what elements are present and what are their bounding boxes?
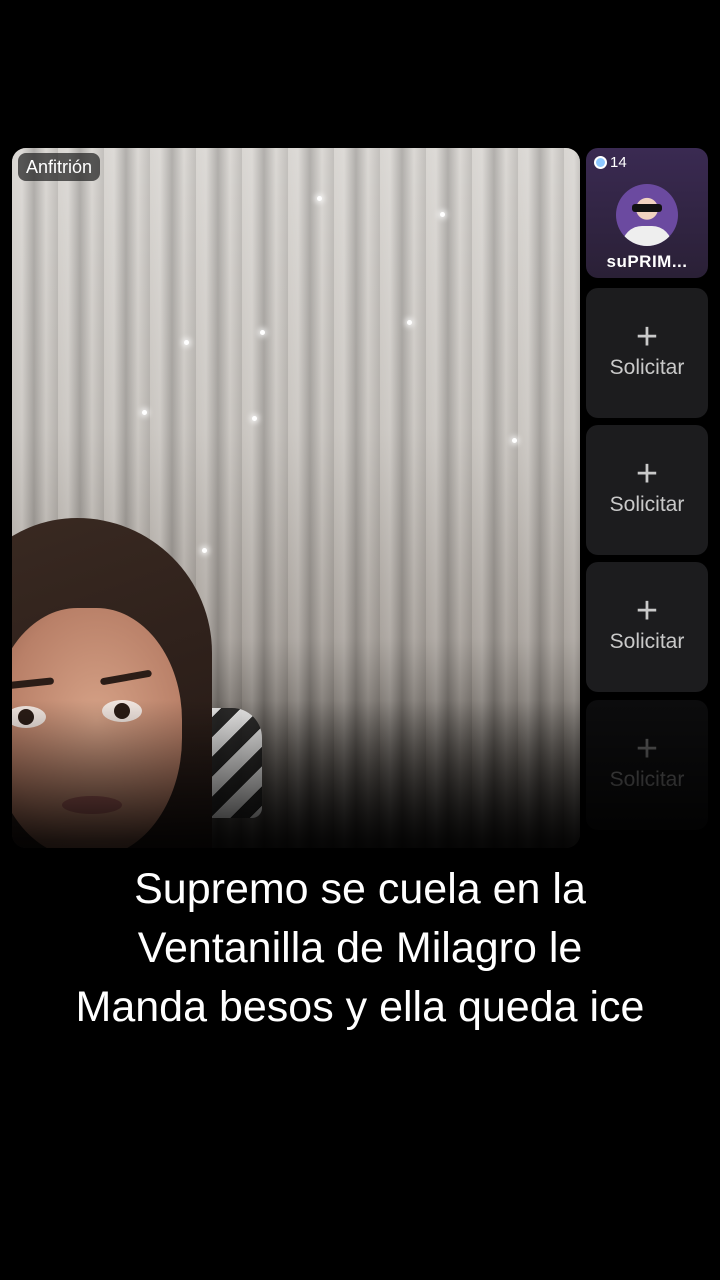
guest-seat-user[interactable]: 14 suPRIM... <box>586 148 708 278</box>
avatar[interactable] <box>616 184 678 246</box>
host-badge: Anfitrión <box>18 153 101 181</box>
request-seat-label: Solicitar <box>609 356 685 379</box>
viewer-count: 14 <box>594 154 627 171</box>
request-seat-button[interactable]: + Solicitar <box>586 288 708 418</box>
string-light <box>512 438 517 443</box>
string-light <box>184 340 189 345</box>
request-seat-label: Solicitar <box>609 493 685 516</box>
string-light <box>407 320 412 325</box>
plus-icon: + <box>635 453 659 495</box>
eyebrow <box>12 677 55 690</box>
caption-line: Ventanilla de Milagro le <box>137 924 583 972</box>
viewer-count-value: 14 <box>610 154 627 171</box>
eye-icon <box>594 156 607 169</box>
plus-icon: + <box>635 316 659 358</box>
guest-user-name: suPRIM... <box>606 252 688 271</box>
caption-line: Supremo se cuela en la <box>134 865 586 913</box>
request-seat-button[interactable]: + Solicitar <box>586 425 708 555</box>
request-seat-button[interactable]: + Solicitar <box>586 562 708 692</box>
string-light <box>440 212 445 217</box>
sunglasses <box>632 204 662 212</box>
live-stream-screen: Anfitrión 14 suPRIM... + Solicitar + Sol… <box>0 0 720 1280</box>
string-light <box>317 196 322 201</box>
request-seat-label: Solicitar <box>609 630 685 653</box>
string-light <box>142 410 147 415</box>
string-light <box>260 330 265 335</box>
string-light <box>252 416 257 421</box>
plus-icon: + <box>635 590 659 632</box>
avatar-shirt <box>622 226 672 246</box>
video-caption: Supremo se cuela en la Ventanilla de Mil… <box>20 860 700 1037</box>
caption-line: Manda besos y ella queda ice <box>75 983 645 1031</box>
eyebrow <box>99 669 153 686</box>
